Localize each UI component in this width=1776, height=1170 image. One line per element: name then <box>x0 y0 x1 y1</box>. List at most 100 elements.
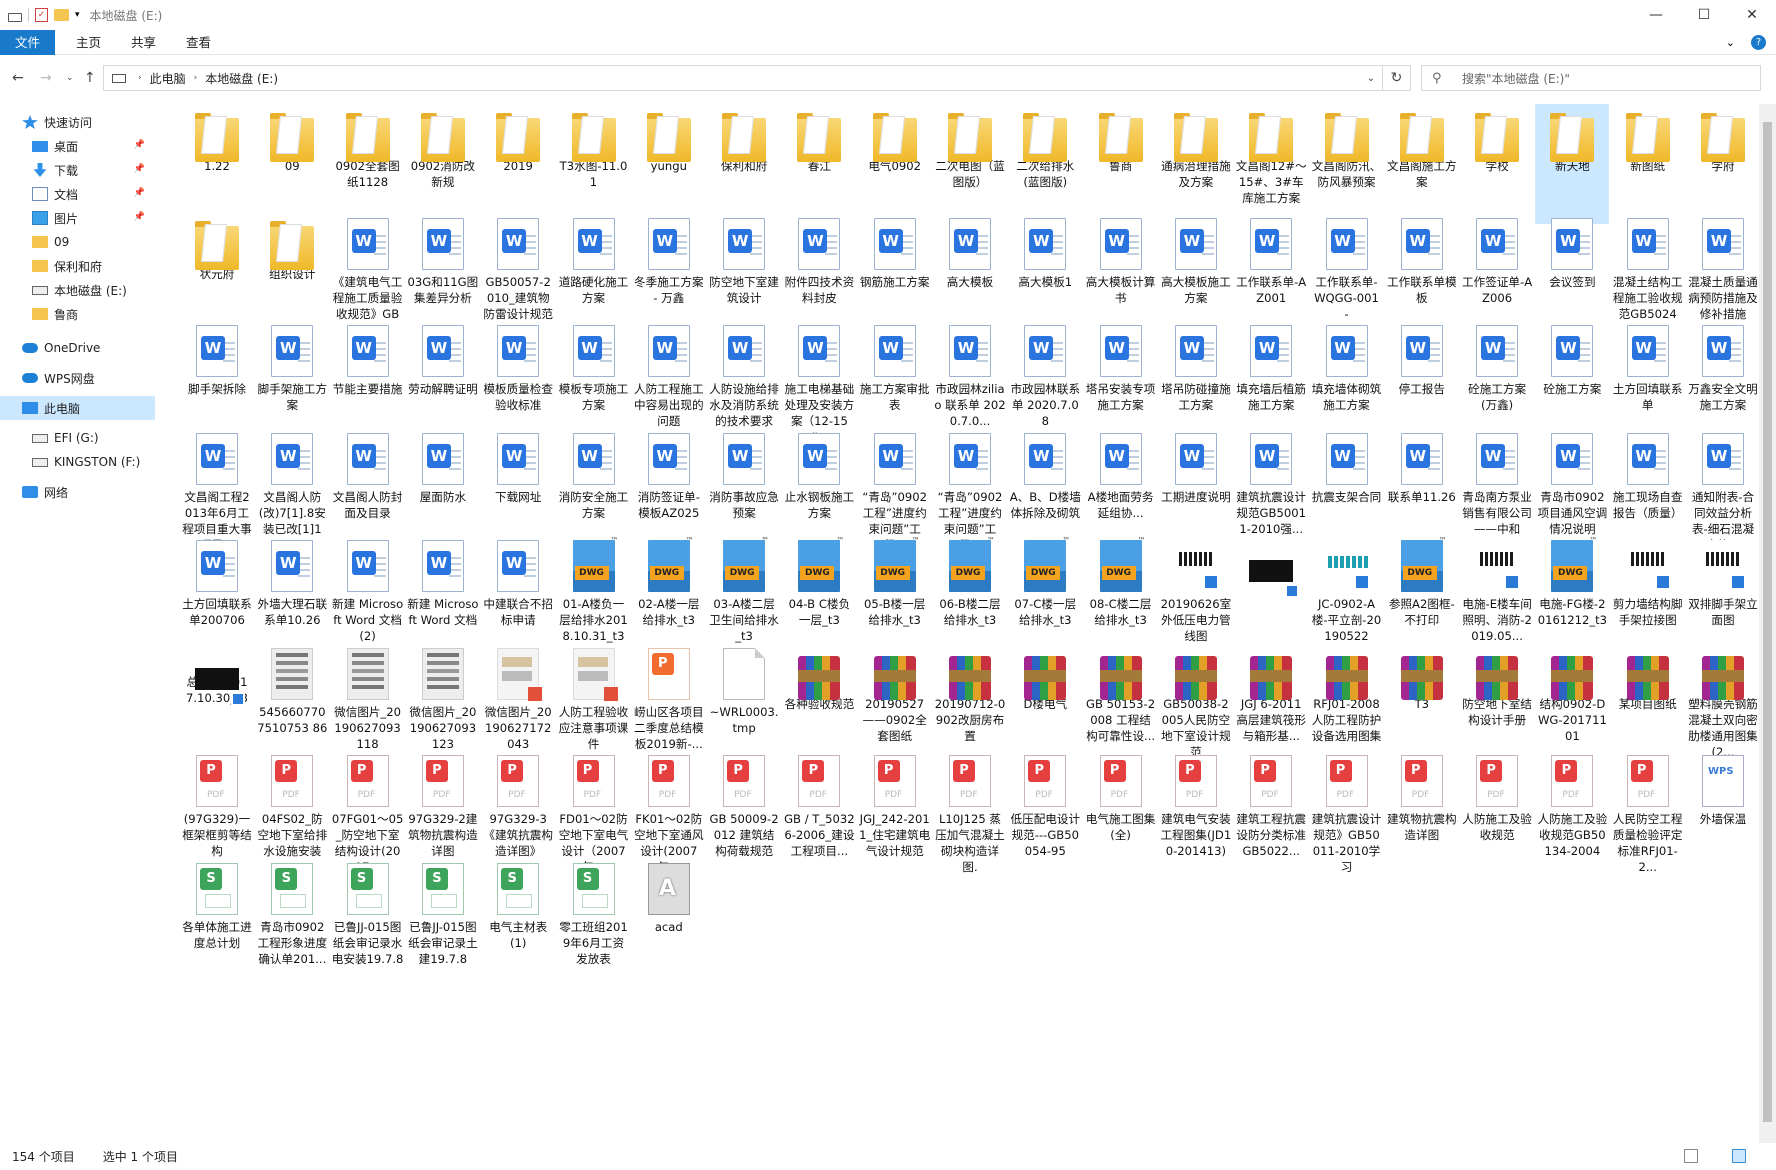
file-item[interactable]: 塔吊防碰撞施工方案 <box>1159 319 1233 439</box>
file-item[interactable]: T3水图-11.01 <box>557 104 631 224</box>
tab-file[interactable]: 文件 <box>0 29 56 55</box>
back-arrow-icon[interactable]: ← <box>12 70 24 86</box>
file-item[interactable]: ™ 06-B楼二层给排水_t3 <box>933 534 1007 654</box>
file-item[interactable]: 新建 Microsoft Word 文档 (2) <box>331 534 405 654</box>
file-item[interactable]: PDF 人防施工及验收规范 <box>1460 749 1534 869</box>
file-item[interactable]: 市政园林联系单 2020.7.08 <box>1008 319 1082 439</box>
file-item[interactable]: 已鲁JJ-015图纸会审记录水电安装19.7.8 <box>331 857 405 977</box>
file-item[interactable]: D楼电气 <box>1008 642 1082 762</box>
file-item[interactable]: 工作签证单-AZ006 <box>1460 212 1534 332</box>
file-item[interactable]: 人防工程验收应注意事项课件 <box>557 642 631 762</box>
file-item[interactable]: 学校 <box>1460 104 1534 224</box>
file-item[interactable]: ™ 04-B C楼负一层_t3 <box>782 534 856 654</box>
file-item[interactable]: 文昌阁人防封面及目录 <box>331 427 405 547</box>
file-item[interactable]: 脚手架拆除 <box>180 319 254 439</box>
file-item[interactable]: 施工方案审批表 <box>858 319 932 439</box>
file-item[interactable]: PDF (97G329)一框架框剪等结构 <box>180 749 254 869</box>
file-item[interactable]: 施工电梯基础处理及安装方案（12-15#... <box>782 319 856 444</box>
file-item[interactable]: 新图纸 <box>1611 104 1685 224</box>
file-item[interactable]: 劳动解聘证明 <box>406 319 480 439</box>
file-item[interactable]: 青岛市0902项目通风空调情况说明 <box>1535 427 1609 547</box>
file-item[interactable]: 通病治理措施及方案 <box>1159 104 1233 224</box>
file-item[interactable]: GB50057-2010_建筑物防雷设计规范 <box>481 212 555 332</box>
file-item[interactable]: “青岛”0902工程”进度约束问题”工程... <box>858 427 932 552</box>
file-item[interactable]: ™ 01-A楼负一层给排水2018.10.31_t3 <box>557 534 631 654</box>
file-item[interactable]: PDF 建筑电气安装工程图集(JD10-201413) <box>1159 749 1233 869</box>
expand-ribbon-icon[interactable]: ⌄ <box>1726 36 1735 49</box>
sidebar-item-4[interactable]: 图片 📌 <box>0 206 155 230</box>
sidebar-item-10[interactable]: WPS网盘 <box>0 366 155 390</box>
file-item[interactable]: 0902消防改新规 <box>406 104 480 224</box>
file-item[interactable]: ™ 07-C楼一层给排水_t3 <box>1008 534 1082 654</box>
file-item[interactable]: 消防事故应急预案 <box>707 427 781 547</box>
chevron-right-icon[interactable]: › <box>138 73 142 83</box>
file-item[interactable]: GB 50153-2008 工程结构可靠性设... <box>1084 642 1158 762</box>
file-item[interactable]: 新天地 <box>1535 104 1610 224</box>
file-item[interactable]: 剪力墙结构脚手架拉接图 <box>1611 534 1685 654</box>
file-item[interactable]: PDF 97G329-3《建筑抗震构造详图》 <box>481 749 555 869</box>
sidebar-item-1[interactable]: 桌面 📌 <box>0 134 155 158</box>
file-item[interactable]: 保利和府 <box>707 104 781 224</box>
recent-locations-chevron-icon[interactable]: ⌄ <box>66 73 74 83</box>
file-item[interactable]: 文昌阁工程2013年6月工程项目重大事项风... <box>180 427 254 552</box>
file-item[interactable]: 工作联系单-AZ001 <box>1234 212 1308 332</box>
file-item[interactable]: 混凝土结构工程施工验收规范GB5024-... <box>1611 212 1685 337</box>
file-item[interactable]: 微信图片_20190627093118 <box>331 642 405 762</box>
file-item[interactable]: PDF 建筑抗震设计规范》GB50011-2010学习 <box>1310 749 1384 874</box>
sidebar-item-11[interactable]: 此电脑 <box>0 396 155 420</box>
address-bar[interactable]: › 此电脑 › 本地磁盘 (E:) ⌄ <box>103 65 1383 91</box>
scrollbar-thumb[interactable] <box>1763 122 1772 1122</box>
file-item[interactable]: 青岛市0902工程形象进度确认单201... <box>255 857 329 977</box>
file-item[interactable]: 组织设计 <box>255 212 329 332</box>
file-item[interactable]: 混凝土质量通病预防措施及修补措施 <box>1686 212 1760 332</box>
file-item[interactable]: 双排脚手架立面图 <box>1686 534 1760 654</box>
file-item[interactable]: 学府 <box>1686 104 1760 224</box>
refresh-button[interactable]: ↻ <box>1383 65 1411 91</box>
file-item[interactable]: 施工现场自查报告（质量） <box>1611 427 1685 547</box>
file-item[interactable]: 防空地下室结构设计手册 <box>1460 642 1534 762</box>
pin-icon[interactable]: 📌 <box>134 212 145 222</box>
file-item[interactable]: 附件四技术资料封皮 <box>782 212 856 332</box>
file-item[interactable]: PDF 电气施工图集(全) <box>1084 749 1158 869</box>
file-item[interactable]: PDF 人防施工及验收规范GB50134-2004 <box>1535 749 1609 869</box>
file-item[interactable]: 模板质量检查验收标准 <box>481 319 555 439</box>
file-item[interactable]: PDF JGJ_242-2011_住宅建筑电气设计规范 <box>858 749 932 869</box>
large-icons-view-button[interactable] <box>1732 1149 1746 1163</box>
file-item[interactable]: ™ 05-B楼一层给排水_t3 <box>858 534 932 654</box>
file-item[interactable]: 砼施工方案(万鑫) <box>1460 319 1534 439</box>
file-item[interactable]: RFJ01-2008人防工程防护设备选用图集 <box>1310 642 1384 762</box>
pin-icon[interactable]: 📌 <box>134 140 145 150</box>
file-item[interactable]: PDF 人民防空工程质量检验评定标准RFJ01-2... <box>1611 749 1685 874</box>
file-item[interactable]: A楼地面劳务延组协... <box>1084 427 1158 547</box>
file-item[interactable]: PDF 97G329-2建筑物抗震构造详图 <box>406 749 480 869</box>
file-item[interactable]: 工作联系单模板 <box>1385 212 1459 332</box>
file-item[interactable]: 电气主材表(1) <box>481 857 555 977</box>
search-input[interactable]: ⚲ 搜索"本地磁盘 (E:)" <box>1421 65 1761 91</box>
file-item[interactable]: 屋面防水 <box>406 427 480 547</box>
sidebar-item-6[interactable]: 保利和府 <box>0 254 155 278</box>
sidebar-item-3[interactable]: 文档 📌 <box>0 182 155 206</box>
file-item[interactable]: PDF L10J125 蒸压加气混凝土砌块构造详图. <box>933 749 1007 874</box>
file-item[interactable]: 塔吊安装专项施工方案 <box>1084 319 1158 439</box>
file-item[interactable]: 填充墙后植筋施工方案 <box>1234 319 1308 439</box>
file-item[interactable]: 节能主要措施 <box>331 319 405 439</box>
file-item[interactable]: 某项目图纸 <box>1611 642 1685 762</box>
file-item[interactable]: 高大模板计算书 <box>1084 212 1158 332</box>
minimize-button[interactable]: — <box>1632 0 1680 30</box>
file-item[interactable]: PDF 04FS02_防空地下室给排水设施安装 <box>255 749 329 869</box>
file-item[interactable]: 文昌阁防汛、防风暴预案 <box>1310 104 1384 224</box>
sidebar-item-14[interactable]: 网络 <box>0 480 155 504</box>
file-item[interactable]: 新建 Microsoft Word 文档 <box>406 534 480 654</box>
file-item[interactable]: ™ 08-C楼二层给排水_t3 <box>1084 534 1158 654</box>
breadcrumb-this-pc[interactable]: 此电脑 <box>150 70 186 87</box>
file-item[interactable]: 人防工程施工中容易出现的问题 <box>632 319 706 439</box>
file-item[interactable]: 砼施工方案 <box>1535 319 1609 439</box>
file-item[interactable]: 零工班组2019年6月工资发放表 <box>557 857 631 977</box>
file-item[interactable]: PDF07FG01～05_防空地下室结构设计(2007... <box>331 749 405 874</box>
sidebar-item-7[interactable]: 本地磁盘 (E:) <box>0 278 155 302</box>
file-item[interactable]: 结构0902-DWG-20171101 <box>1535 642 1609 762</box>
file-item[interactable]: 高大模板1 <box>1008 212 1082 332</box>
file-item[interactable]: 脚手架施工方案 <box>255 319 329 439</box>
forward-arrow-icon[interactable]: → <box>40 70 52 86</box>
file-item[interactable]: ™ 参照A2图框-不打印 <box>1385 534 1459 654</box>
